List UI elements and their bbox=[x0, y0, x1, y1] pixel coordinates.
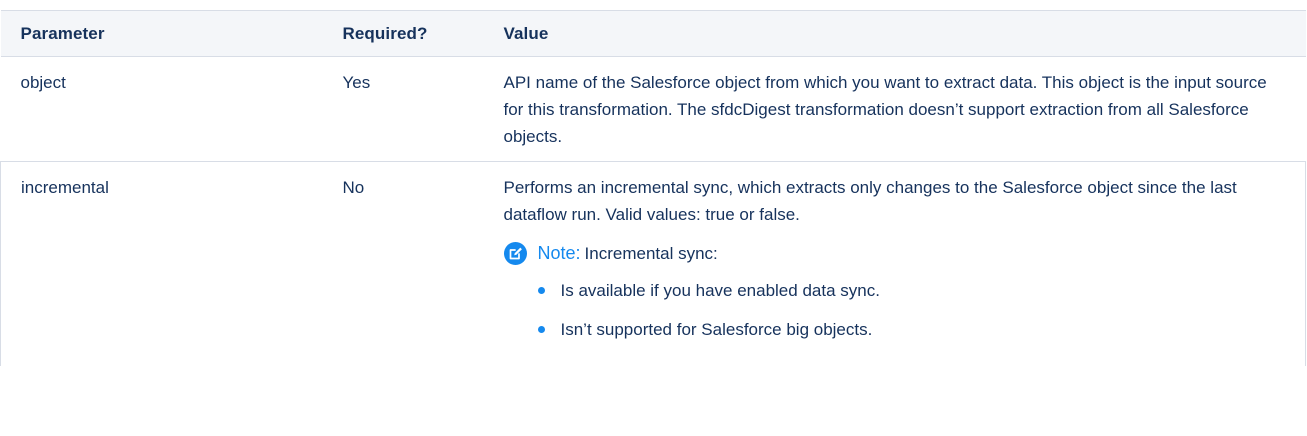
cell-required: No bbox=[342, 178, 365, 197]
header-row: Parameter Required? Value bbox=[0, 10, 1306, 57]
edit-note-icon bbox=[503, 242, 527, 265]
note-heading: Note: Incremental sync: bbox=[538, 240, 1290, 267]
list-item: Isn’t supported for Salesforce big objec… bbox=[537, 316, 1290, 343]
note-label: Note: bbox=[537, 243, 581, 263]
note-list: Is available if you have enabled data sy… bbox=[537, 277, 1290, 343]
table-row: incremental No Performs an incremental s… bbox=[0, 161, 1306, 366]
list-item: Is available if you have enabled data sy… bbox=[537, 277, 1290, 304]
cell-required: Yes bbox=[322, 56, 484, 162]
parameters-table: Parameter Required? Value object Yes API… bbox=[0, 10, 1306, 366]
bullet-icon bbox=[537, 326, 545, 333]
table-header: Parameter Required? Value bbox=[0, 10, 1306, 57]
note-text: Incremental sync: bbox=[584, 244, 718, 263]
list-item-text: Isn’t supported for Salesforce big objec… bbox=[560, 320, 873, 339]
value-text: API name of the Salesforce object from w… bbox=[503, 73, 1267, 146]
note-block: Note: Incremental sync: Is available if y… bbox=[503, 240, 1290, 343]
header-parameter: Parameter bbox=[0, 10, 323, 57]
cell-value: Performs an incremental sync, which extr… bbox=[483, 161, 1306, 366]
header-value: Value bbox=[483, 10, 1306, 57]
cell-value: API name of the Salesforce object from w… bbox=[483, 56, 1306, 162]
table-row: object Yes API name of the Salesforce ob… bbox=[0, 56, 1306, 162]
value-text: Performs an incremental sync, which extr… bbox=[503, 178, 1237, 224]
cell-parameter: incremental bbox=[0, 161, 323, 366]
header-required: Required? bbox=[322, 10, 484, 57]
list-item-text: Is available if you have enabled data sy… bbox=[560, 281, 880, 300]
cell-parameter: object bbox=[0, 56, 323, 162]
table-body: object Yes API name of the Salesforce ob… bbox=[0, 56, 1306, 366]
bullet-icon bbox=[537, 287, 545, 294]
